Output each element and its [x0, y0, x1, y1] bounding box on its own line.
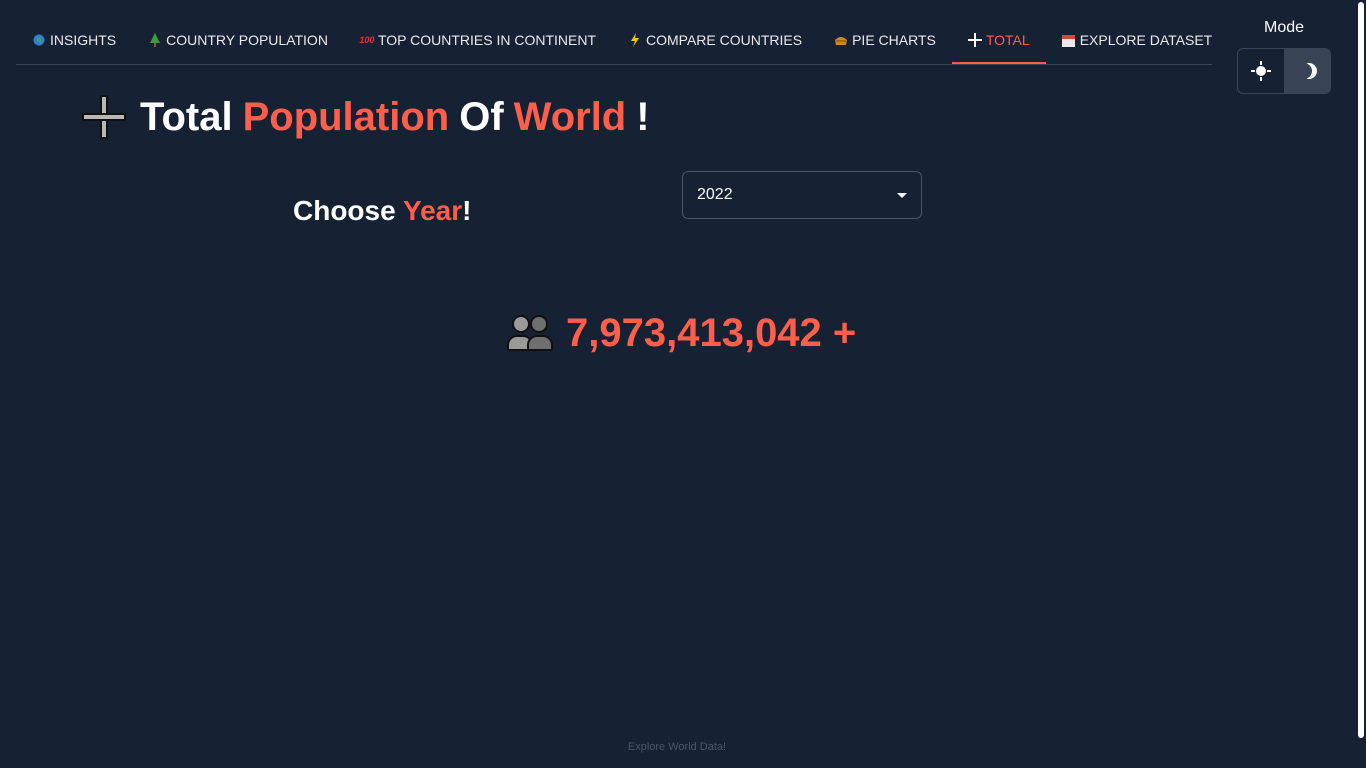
tab-explore-dataset[interactable]: EXPLORE DATASET: [1046, 18, 1229, 62]
page: INSIGHTS COUNTRY POPULATION 100 TOP COUN…: [0, 0, 1366, 768]
choose-word: Choose: [293, 195, 396, 226]
tab-bar: INSIGHTS COUNTRY POPULATION 100 TOP COUN…: [16, 18, 1212, 65]
lightning-icon: [628, 33, 642, 47]
light-mode-button[interactable]: [1238, 49, 1284, 93]
tab-label: TOP COUNTRIES IN CONTINENT: [377, 32, 596, 48]
year-select[interactable]: 2022: [682, 171, 922, 219]
sun-icon: [1251, 61, 1271, 81]
pie-icon: [834, 34, 848, 46]
total-population: 7,973,413,042 +: [506, 308, 856, 358]
tab-label: COMPARE COUNTRIES: [646, 32, 803, 48]
choose-word: !: [462, 195, 472, 226]
page-title: Total Population Of World !: [82, 92, 650, 142]
plus-icon: [967, 33, 982, 47]
calendar-icon: [1062, 34, 1076, 47]
hundred-icon: 100: [359, 35, 375, 45]
scrollbar[interactable]: [1358, 2, 1364, 738]
heavy-plus-icon: [82, 95, 126, 139]
dark-mode-button[interactable]: [1284, 49, 1330, 93]
tab-country-population[interactable]: COUNTRY POPULATION: [132, 18, 344, 62]
choose-year-label: Choose Year!: [293, 193, 471, 229]
tab-label: EXPLORE DATASET: [1079, 32, 1213, 48]
title-word: Of: [459, 95, 504, 139]
footer-text: Explore World Data!: [627, 741, 727, 753]
tab-top-countries[interactable]: 100 TOP COUNTRIES IN CONTINENT: [344, 18, 612, 62]
choose-word-accent: Year: [402, 195, 463, 226]
tab-label: TOTAL: [985, 32, 1030, 48]
tab-compare-countries[interactable]: COMPARE COUNTRIES: [612, 18, 818, 62]
mode-label: Mode: [1263, 19, 1305, 36]
tab-label: PIE CHARTS: [852, 32, 936, 48]
mode-toggle: [1237, 48, 1331, 94]
people-icon: [506, 311, 554, 355]
tab-label: INSIGHTS: [50, 32, 117, 48]
chevron-down-icon: [897, 192, 907, 198]
tab-insights[interactable]: INSIGHTS: [16, 18, 132, 62]
tab-label: COUNTRY POPULATION: [166, 32, 328, 48]
globe-icon: [32, 34, 46, 46]
tab-total[interactable]: TOTAL: [951, 18, 1046, 64]
tab-pie-charts[interactable]: PIE CHARTS: [818, 18, 952, 62]
title-word: !: [636, 95, 650, 139]
tree-icon: [148, 33, 162, 47]
total-population-value: 7,973,413,042 +: [566, 311, 857, 355]
year-select-value: 2022: [697, 186, 733, 203]
title-word-accent: Population: [242, 95, 450, 139]
title-word: Total: [140, 95, 233, 139]
moon-icon: [1296, 63, 1312, 79]
title-word-accent: World: [513, 95, 627, 139]
